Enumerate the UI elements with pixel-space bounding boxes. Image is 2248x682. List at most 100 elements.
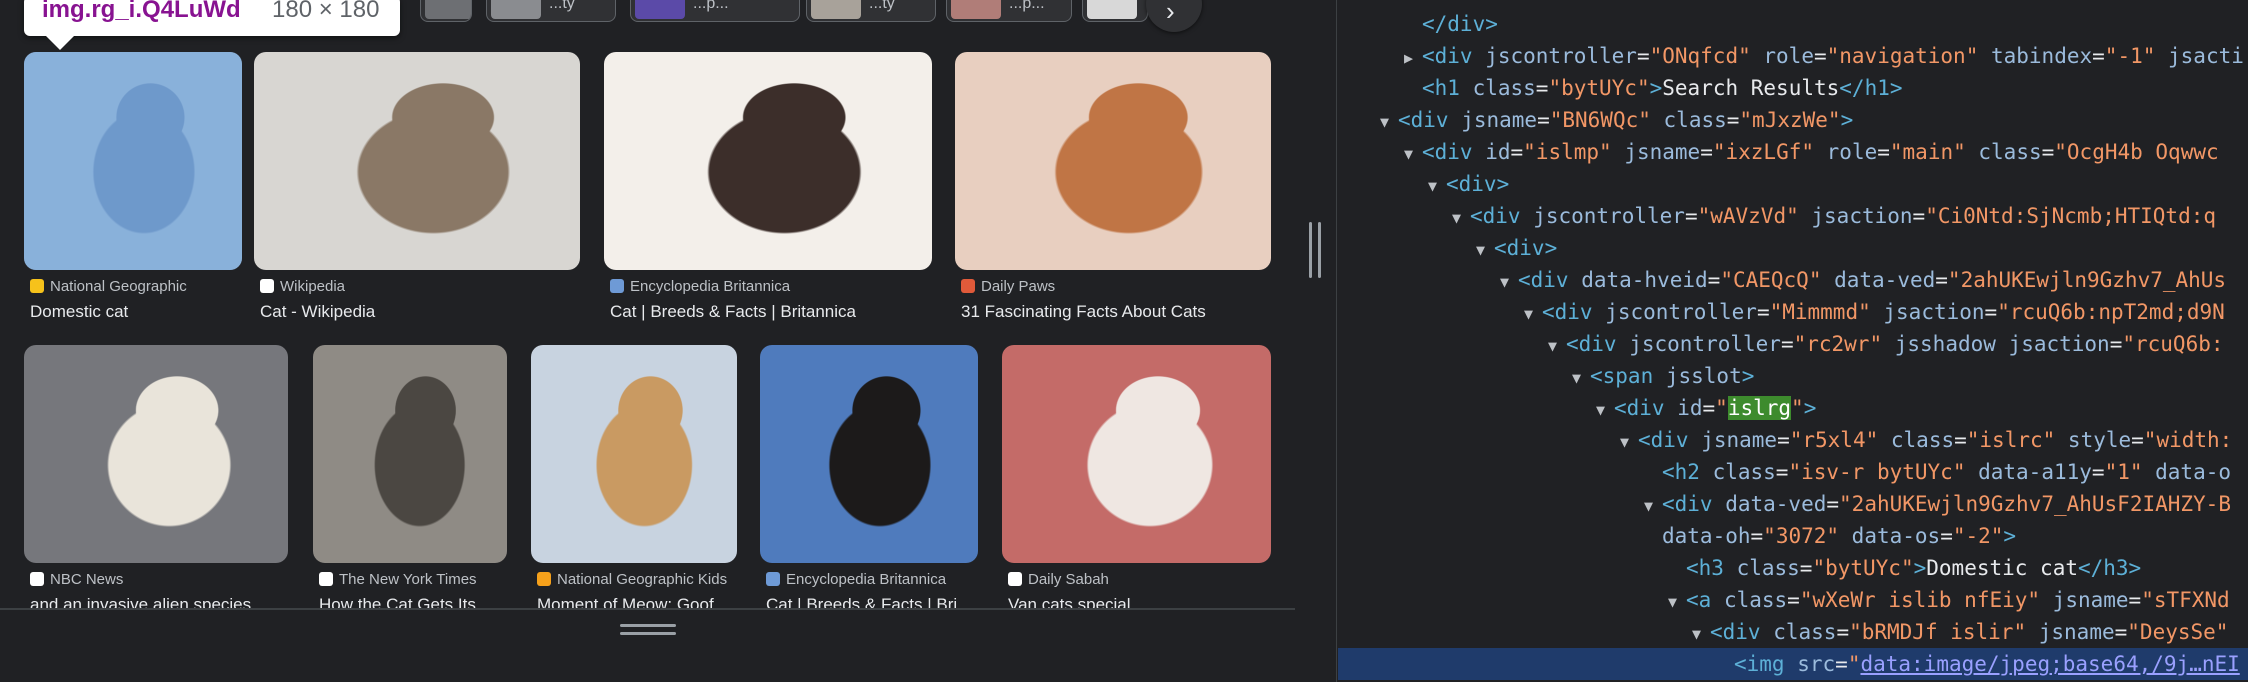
- dom-tree-node[interactable]: <h1 class="bytUYc">Search Results</h1>: [1338, 72, 2248, 104]
- related-chip[interactable]: ...p...: [630, 0, 800, 22]
- collapse-triangle-icon[interactable]: ▼: [1596, 394, 1614, 426]
- dom-tree-node[interactable]: <img src="data:image/jpeg;base64,/9j…nEI: [1338, 648, 2248, 680]
- favicon-icon: [610, 279, 624, 293]
- result-source[interactable]: Encyclopedia Britannica: [766, 571, 946, 588]
- dom-token: =: [1756, 300, 1770, 324]
- dom-token: =: [1984, 300, 1998, 324]
- collapse-triangle-icon[interactable]: ▼: [1452, 202, 1470, 234]
- result-source-label: NBC News: [50, 571, 124, 588]
- collapse-triangle-icon[interactable]: ▼: [1692, 618, 1710, 650]
- dom-token: class: [1878, 428, 1955, 452]
- result-source[interactable]: The New York Times: [319, 571, 477, 588]
- dom-tree-node[interactable]: ▼ <div jsname="BN6WQc" class="mJxzWe">: [1338, 104, 2248, 136]
- favicon-icon: [961, 279, 975, 293]
- collapse-triangle-icon[interactable]: ▼: [1524, 298, 1542, 330]
- dom-tree-node[interactable]: <h2 class="isv-r bytUYc" data-a11y="1" d…: [1338, 456, 2248, 488]
- dom-tree-node[interactable]: ▼ <div class="bRMDJf islir" jsname="DeysS…: [1338, 616, 2248, 648]
- related-chip[interactable]: ...ty: [806, 0, 936, 22]
- chip-thumbnail: [951, 0, 1001, 19]
- dom-tree-node[interactable]: ▼ <a class="wXeWr islib nfEiy" jsname="sT…: [1338, 584, 2248, 616]
- related-chip[interactable]: ...p...: [946, 0, 1072, 22]
- dom-tree-node[interactable]: ▼ <div jsname="r5xl4" class="islrc" style…: [1338, 424, 2248, 456]
- result-source[interactable]: Daily Sabah: [1008, 571, 1109, 588]
- result-source[interactable]: National Geographic: [30, 278, 187, 295]
- collapse-triangle-icon[interactable]: ▼: [1380, 106, 1398, 138]
- dom-tree-node[interactable]: ▼ <div id="islrg">: [1338, 392, 2248, 424]
- related-chip[interactable]: ...ty: [486, 0, 616, 22]
- image-result[interactable]: Daily Paws 31 Fascinating Facts About Cat…: [955, 52, 1271, 328]
- dom-tree-node[interactable]: ▼ <span jsslot>: [1338, 360, 2248, 392]
- dom-token: "ixzLGf": [1712, 140, 1815, 164]
- collapse-triangle-icon[interactable]: ▼: [1404, 138, 1422, 170]
- expand-triangle-icon[interactable]: ▶: [1404, 42, 1422, 74]
- dom-token: "Ci0Ntd:SjNcmb;HTIQtd:q: [1925, 204, 2216, 228]
- collapse-triangle-icon[interactable]: ▼: [1644, 490, 1662, 522]
- collapse-triangle-icon[interactable]: ▼: [1668, 586, 1686, 618]
- dom-tree-node[interactable]: ▼ <div jscontroller="wAVzVd" jsaction="Ci…: [1338, 200, 2248, 232]
- dom-token: jsaction: [1995, 332, 2110, 356]
- result-source[interactable]: Encyclopedia Britannica: [610, 278, 790, 295]
- result-source[interactable]: National Geographic Kids: [537, 571, 727, 588]
- result-title[interactable]: and an invasive alien species: [30, 595, 294, 608]
- collapse-triangle-icon[interactable]: ▼: [1428, 170, 1446, 202]
- related-chip[interactable]: [420, 0, 472, 22]
- dom-tree-node[interactable]: ▼ <div id="islmp" jsname="ixzLGf" role="m…: [1338, 136, 2248, 168]
- dom-tree-node[interactable]: ▼ <div>: [1338, 232, 2248, 264]
- dom-tree-node[interactable]: data-oh="3072" data-os="-2">: [1338, 520, 2248, 552]
- dom-token: ": [1791, 396, 1804, 420]
- result-source[interactable]: NBC News: [30, 571, 123, 588]
- image-result[interactable]: Wikipedia Cat - Wikipedia: [254, 52, 580, 328]
- dom-token: class: [1773, 620, 1837, 644]
- dom-tree-node[interactable]: ▼ <div data-hveid="CAEQcQ" data-ved="2ahU…: [1338, 264, 2248, 296]
- dom-tree-node[interactable]: <h3 class="bytUYc">Domestic cat</h3>: [1338, 552, 2248, 584]
- result-title[interactable]: How the Cat Gets Its ...: [319, 595, 513, 608]
- image-result[interactable]: Encyclopedia Britannica Cat | Breeds & Fa…: [604, 52, 932, 328]
- result-thumbnail[interactable]: [24, 52, 242, 270]
- dom-tree-node[interactable]: ▶ <div jscontroller="ONqfcd" role="naviga…: [1338, 40, 2248, 72]
- dom-tree-node[interactable]: ▼ <div data-ved="2ahUKEwjln9Gzhv7_AhUsF2I…: [1338, 488, 2248, 520]
- image-result[interactable]: NBC News and an invasive alien species: [24, 345, 288, 608]
- image-result[interactable]: Daily Sabah Van cats special ...: [1002, 345, 1271, 608]
- dom-token: "islmp": [1523, 140, 1612, 164]
- dom-token: "bRMDJf islir": [1849, 620, 2027, 644]
- result-thumbnail[interactable]: [760, 345, 978, 563]
- result-thumbnail[interactable]: [254, 52, 580, 270]
- dom-token: jsname: [2040, 588, 2129, 612]
- drag-handle-icon[interactable]: [620, 624, 676, 638]
- chips-next-button[interactable]: ›: [1146, 0, 1202, 32]
- dom-tree-node[interactable]: ▼ <div>: [1338, 168, 2248, 200]
- result-title[interactable]: Cat | Breeds & Facts | Bri...: [766, 595, 984, 608]
- dom-token: =: [1836, 620, 1850, 644]
- drawer-bar: [0, 608, 1295, 682]
- splitter-grip-icon[interactable]: [1309, 222, 1323, 278]
- result-source[interactable]: Wikipedia: [260, 278, 345, 295]
- result-title[interactable]: Cat | Breeds & Facts | Britannica: [610, 302, 938, 322]
- result-thumbnail[interactable]: [24, 345, 288, 563]
- collapse-triangle-icon[interactable]: ▼: [1548, 330, 1566, 362]
- dom-tree-node[interactable]: ▼ <div jscontroller="Mimmmd" jsaction="rc…: [1338, 296, 2248, 328]
- result-thumbnail[interactable]: [604, 52, 932, 270]
- result-thumbnail[interactable]: [1002, 345, 1271, 563]
- related-chip[interactable]: [1082, 0, 1148, 22]
- image-result[interactable]: National Geographic Domestic cat: [24, 52, 242, 328]
- result-title[interactable]: 31 Fascinating Facts About Cats: [961, 302, 1277, 322]
- collapse-triangle-icon[interactable]: ▼: [1476, 234, 1494, 266]
- result-source[interactable]: Daily Paws: [961, 278, 1055, 295]
- collapse-triangle-icon[interactable]: ▼: [1572, 362, 1590, 394]
- result-thumbnail[interactable]: [313, 345, 507, 563]
- dom-tree-node[interactable]: ▼ <div jscontroller="rc2wr" jsshadow jsac…: [1338, 328, 2248, 360]
- panel-splitter[interactable]: [1295, 0, 1337, 682]
- collapse-triangle-icon[interactable]: ▼: [1620, 426, 1638, 458]
- collapse-triangle-icon[interactable]: ▼: [1500, 266, 1518, 298]
- result-title[interactable]: Domestic cat: [30, 302, 248, 322]
- image-result[interactable]: National Geographic Kids Moment of Meow: …: [531, 345, 737, 608]
- result-title[interactable]: Van cats special ...: [1008, 595, 1277, 608]
- result-title[interactable]: Cat - Wikipedia: [260, 302, 586, 322]
- dom-token: islrg: [1727, 396, 1792, 420]
- result-thumbnail[interactable]: [531, 345, 737, 563]
- result-thumbnail[interactable]: [955, 52, 1271, 270]
- result-title[interactable]: Moment of Meow: Goof...: [537, 595, 743, 608]
- image-result[interactable]: The New York Times How the Cat Gets Its .…: [313, 345, 507, 608]
- dom-tree-node[interactable]: </div>: [1338, 8, 2248, 40]
- image-result[interactable]: Encyclopedia Britannica Cat | Breeds & Fa…: [760, 345, 978, 608]
